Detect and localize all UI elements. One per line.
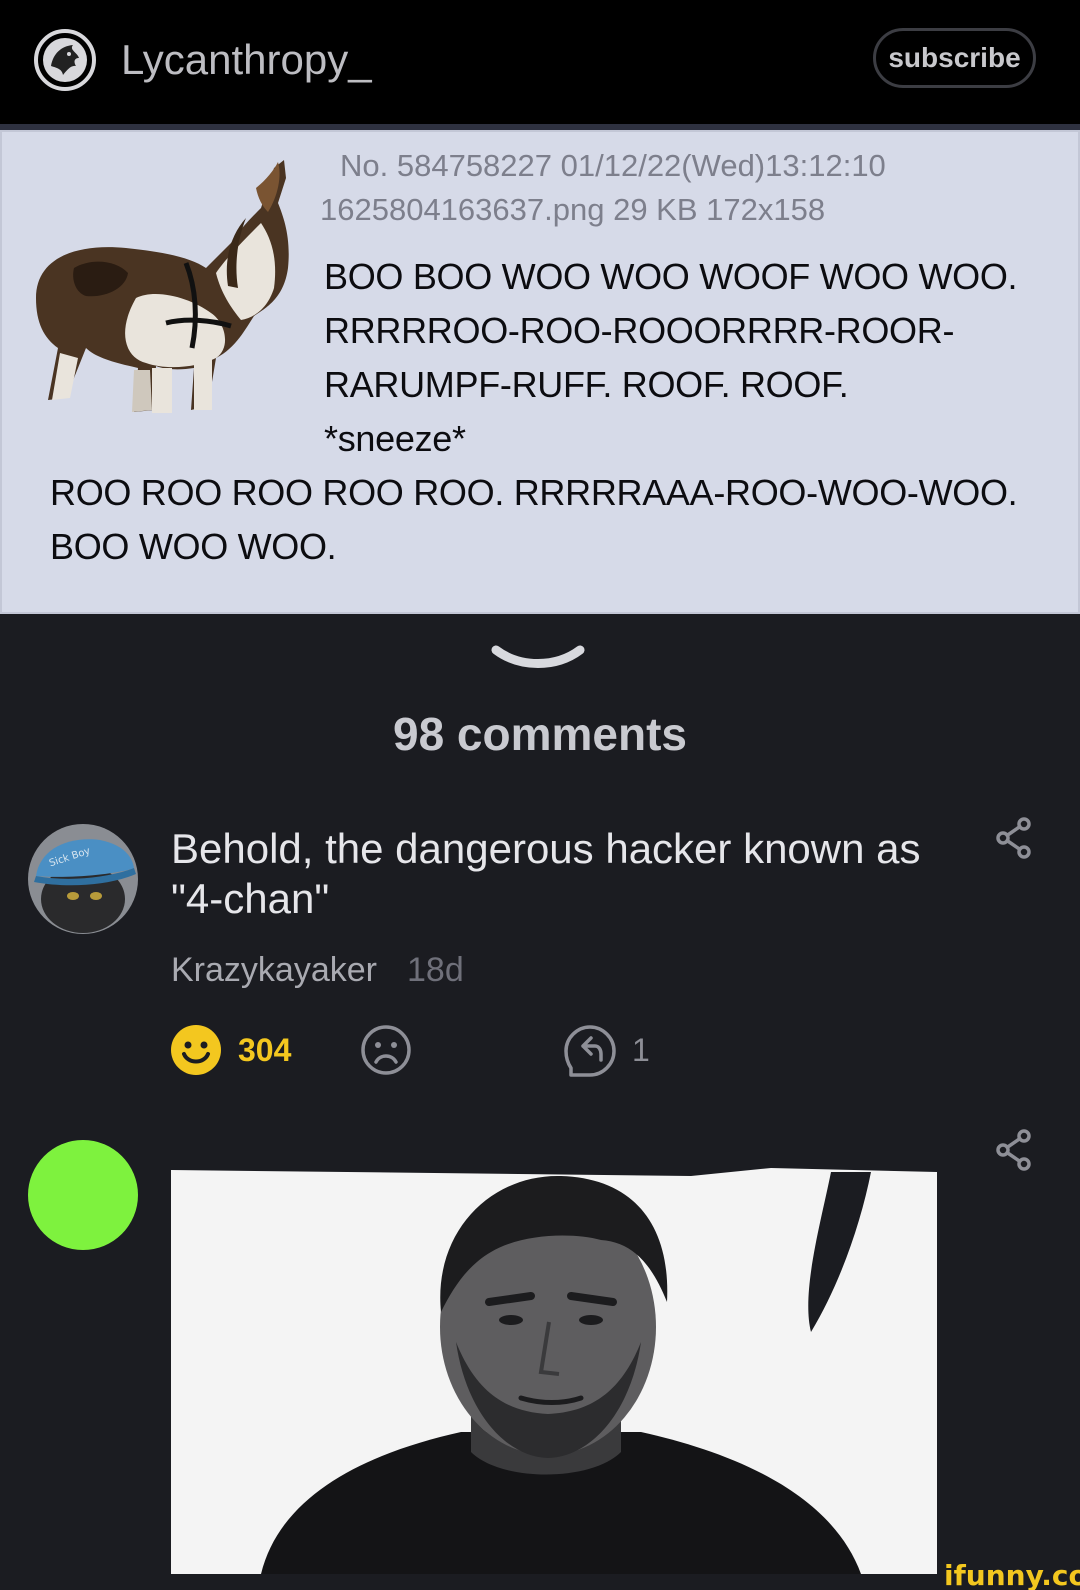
expand-chevron-icon[interactable] (490, 640, 586, 680)
like-count: 304 (238, 1032, 292, 1068)
avatar[interactable] (28, 1140, 138, 1250)
share-icon[interactable] (994, 816, 1034, 860)
post-number-line: No. 584758227 01/12/22(Wed)13:12:10 (340, 148, 886, 183)
share-icon[interactable] (994, 1128, 1034, 1172)
post-line: BOO WOO WOO. (50, 526, 337, 567)
channel-header: Lycanthropy_ subscribe (0, 0, 1080, 124)
subscribe-button[interactable]: subscribe (873, 28, 1036, 88)
page: Lycanthropy_ subscribe No. 584758227 01/… (0, 0, 1080, 1590)
post-line: ROO ROO ROO ROO ROO. RRRRRAAA-ROO-WOO-WO… (50, 472, 1018, 513)
man-portrait-image (171, 1162, 937, 1574)
post-meta: No. 584758227 01/12/22(Wed)13:12:10 16258… (320, 144, 886, 232)
ifunny-watermark: ifunny.co (944, 1559, 1080, 1590)
frown-icon[interactable] (360, 1024, 412, 1076)
comment-text: Behold, the dangerous hacker known as "4… (171, 825, 921, 922)
post-body-upper: BOO BOO WOO WOO WOOF WOO WOO. RRRRROO-ROO… (324, 250, 1018, 466)
reply-icon[interactable] (563, 1024, 617, 1078)
cat-in-cap-avatar: Sick Boy (28, 824, 138, 934)
post-image[interactable]: No. 584758227 01/12/22(Wed)13:12:10 16258… (0, 130, 1080, 614)
comment-image[interactable] (171, 1162, 937, 1574)
post-line: BOO BOO WOO WOO WOOF WOO WOO. (324, 256, 1018, 297)
post-line: *sneeze* (324, 418, 466, 459)
wolf-emblem-icon[interactable] (33, 28, 97, 92)
howling-basset-hound-image (36, 160, 289, 413)
post-line: RRRRROO-ROO-ROOORRRR-ROOR- (324, 310, 955, 351)
comment-timestamp: 18d (407, 951, 464, 989)
reply-count: 1 (632, 1032, 650, 1068)
post-file-line: 1625804163637.png 29 KB 172x158 (320, 192, 826, 227)
post-line: RARUMPF-RUFF. ROOF. ROOF. (324, 364, 849, 405)
comments-count: 98 comments (392, 708, 687, 760)
post-body-lower: ROO ROO ROO ROO ROO. RRRRRAAA-ROO-WOO-WO… (50, 466, 1018, 574)
comment-username[interactable]: Krazykayaker (171, 948, 377, 992)
channel-name[interactable]: Lycanthropy_ (121, 34, 372, 86)
smile-icon[interactable] (170, 1024, 222, 1076)
avatar[interactable]: Sick Boy (28, 824, 138, 934)
